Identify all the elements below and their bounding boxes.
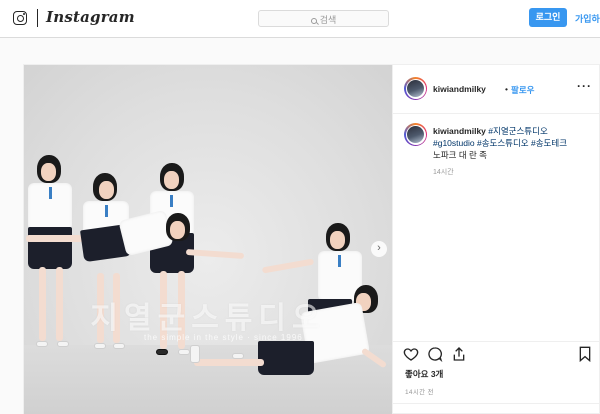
post-sidebar: kiwiandmilky • 팔로우 ··· kiwiandmilky #지열군… — [392, 65, 600, 414]
instagram-camera-icon[interactable] — [13, 11, 27, 25]
username-link[interactable]: kiwiandmilky — [433, 84, 486, 94]
post-card: 지열군스튜디오 the simple in the style · since … — [23, 64, 600, 414]
bookmark-icon[interactable] — [577, 346, 593, 362]
login-button[interactable]: 로그인 — [529, 8, 567, 27]
signup-link[interactable]: 가입하 — [575, 12, 600, 25]
follow-button[interactable]: 팔로우 — [511, 84, 534, 96]
search-icon — [310, 18, 317, 24]
post-actions-bar — [393, 341, 600, 365]
caption-username[interactable]: kiwiandmilky — [433, 126, 486, 136]
search-placeholder: 검색 — [319, 15, 337, 25]
search-input[interactable]: 검색 — [258, 10, 389, 27]
more-options-icon[interactable]: ··· — [577, 79, 592, 93]
hashtag-link[interactable]: #g10studio — [433, 138, 475, 148]
avatar[interactable] — [404, 77, 427, 100]
caption-text: 노파크 대 란 족 — [433, 150, 488, 160]
heart-icon[interactable] — [403, 346, 419, 362]
post-header: kiwiandmilky • 팔로우 ··· — [393, 65, 600, 114]
avatar[interactable] — [404, 123, 427, 146]
caption-timestamp: 14시간 — [433, 169, 454, 176]
photo-watermark: 지열군스튜디오 — [90, 302, 326, 335]
post-photo[interactable]: 지열군스튜디오 the simple in the style · since … — [24, 65, 392, 414]
like-count[interactable]: 좋아요 3개 — [405, 368, 443, 380]
chevron-right-icon[interactable]: › — [371, 241, 387, 257]
separator-dot: • — [505, 84, 508, 94]
hashtag-link[interactable]: #송도스튜디오 — [477, 138, 529, 148]
figure-student-lifted — [26, 205, 245, 275]
instagram-wordmark[interactable]: Instagram — [46, 8, 135, 26]
photo-watermark-subtitle: the simple in the style · since 1996 — [144, 333, 303, 342]
top-navigation-bar: Instagram 검색 로그인 가입하 — [0, 0, 600, 38]
share-icon[interactable] — [451, 346, 467, 362]
hashtag-link[interactable]: #지열군스튜디오 — [488, 126, 547, 136]
post-caption: kiwiandmilky #지열군스튜디오 #g10studio #송도스튜디오… — [433, 125, 593, 161]
hashtag-link[interactable]: #송도테크 — [531, 138, 567, 148]
post-timestamp: 14시간 전 — [405, 389, 434, 396]
logo-divider — [37, 9, 38, 27]
comment-input[interactable] — [393, 403, 600, 414]
comment-icon[interactable] — [427, 346, 443, 362]
